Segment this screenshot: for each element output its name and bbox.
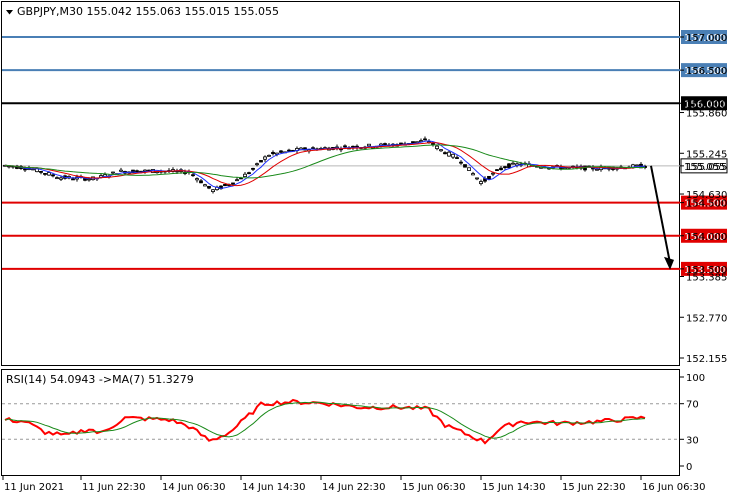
price-tick-label: 155.055 [686, 162, 727, 173]
candle-body [251, 167, 255, 170]
candle-body [311, 147, 315, 150]
candle-body [563, 167, 567, 170]
candle-body [495, 169, 499, 172]
time-tick-label: 14 Jun 06:30 [162, 482, 226, 493]
price-pane-frame [1, 1, 680, 366]
candle-body [343, 145, 347, 148]
price-tick-label: 155.245 [686, 149, 727, 160]
candle-body [23, 168, 27, 171]
chart-canvas[interactable]: GBPJPY,M30 155.042 155.063 155.015 155.0… [0, 0, 737, 502]
candle-body [439, 149, 443, 152]
candle-body [47, 172, 51, 176]
candle-body [51, 174, 55, 177]
price-tick-label: 154.000 [686, 232, 727, 243]
rsi-tick-label: 70 [686, 400, 699, 411]
candle-body [475, 177, 479, 180]
candle-body [435, 145, 439, 150]
candle-body [243, 173, 247, 178]
rsi-tick-label: 100 [686, 373, 705, 384]
chart-title: GBPJPY,M30 155.042 155.063 155.015 155.0… [17, 5, 279, 18]
rsi-tick-label: 30 [686, 435, 699, 446]
time-tick-label: 15 Jun 06:30 [402, 482, 466, 493]
price-tick-label: 153.385 [686, 273, 727, 284]
price-tick-label: 156.500 [686, 66, 727, 77]
candle-body [399, 142, 403, 145]
price-axis: 157.000156.500156.000155.860155.245155.0… [680, 33, 727, 365]
candle-body [271, 152, 275, 155]
candle-body [55, 177, 59, 180]
time-tick-label: 15 Jun 22:30 [562, 482, 626, 493]
candle-body [487, 175, 491, 180]
candle-body [87, 178, 91, 181]
time-tick-label: 15 Jun 14:30 [482, 482, 546, 493]
candle-body [507, 163, 511, 169]
price-tick-label: 157.000 [686, 33, 727, 44]
candle-body [491, 172, 495, 175]
candle-body [211, 189, 215, 192]
candle-body [223, 183, 227, 187]
candle-body [59, 177, 63, 180]
candle-body [279, 150, 283, 153]
price-tick-label: 155.860 [686, 109, 727, 120]
candle-body [459, 161, 463, 164]
rsi-axis: 100 70 30 0 [680, 373, 705, 473]
candle-body [467, 167, 471, 171]
price-tick-label: 152.770 [686, 313, 727, 324]
candle-body [503, 166, 507, 169]
time-axis: 11 Jun 2021 11 Jun 22:30 14 Jun 06:30 14 Ju… [2, 476, 706, 493]
price-tick-label: 154.500 [686, 199, 727, 210]
candle-body [595, 168, 599, 171]
time-tick-label: 16 Jun 06:30 [642, 482, 706, 493]
candle-body [235, 179, 239, 182]
time-tick-label: 11 Jun 2021 [4, 482, 64, 493]
candle-body [267, 154, 271, 157]
candle-body [259, 160, 263, 163]
candle-body [203, 184, 207, 187]
time-tick-label: 11 Jun 22:30 [82, 482, 146, 493]
candle-body [511, 162, 515, 165]
candle-body [471, 173, 475, 176]
candle-body [231, 182, 235, 185]
candle-body [247, 172, 251, 175]
candle-body [367, 143, 371, 147]
time-tick-label: 14 Jun 14:30 [242, 482, 306, 493]
candle-body [463, 164, 467, 168]
candle-body [71, 178, 75, 181]
candle-body [195, 178, 199, 181]
rsi-title: RSI(14) 54.0943 ->MA(7) 51.3279 [6, 373, 194, 386]
candle-body [39, 170, 43, 173]
candle-body [119, 169, 123, 172]
candle-body [423, 138, 427, 141]
candle-body [635, 164, 639, 167]
candle-body [191, 174, 195, 177]
candle-body [143, 169, 147, 172]
candle-body [499, 167, 503, 171]
candle-body [207, 185, 211, 189]
candle-body [199, 180, 203, 184]
candle-body [419, 140, 423, 143]
candle-body [111, 171, 115, 174]
candle-body [479, 181, 483, 185]
candle-body [451, 153, 455, 158]
candle-body [383, 143, 387, 145]
candle-body [287, 149, 291, 152]
candle-body [455, 157, 459, 159]
candle-body [263, 156, 267, 160]
price-tick-label: 152.155 [686, 354, 727, 365]
candle-body [411, 141, 415, 144]
rsi-tick-label: 0 [686, 462, 692, 473]
candle-body [255, 163, 259, 166]
candle-body [447, 151, 451, 157]
candle-body [443, 152, 447, 155]
time-tick-label: 14 Jun 22:30 [322, 482, 386, 493]
candle-body [43, 173, 47, 175]
